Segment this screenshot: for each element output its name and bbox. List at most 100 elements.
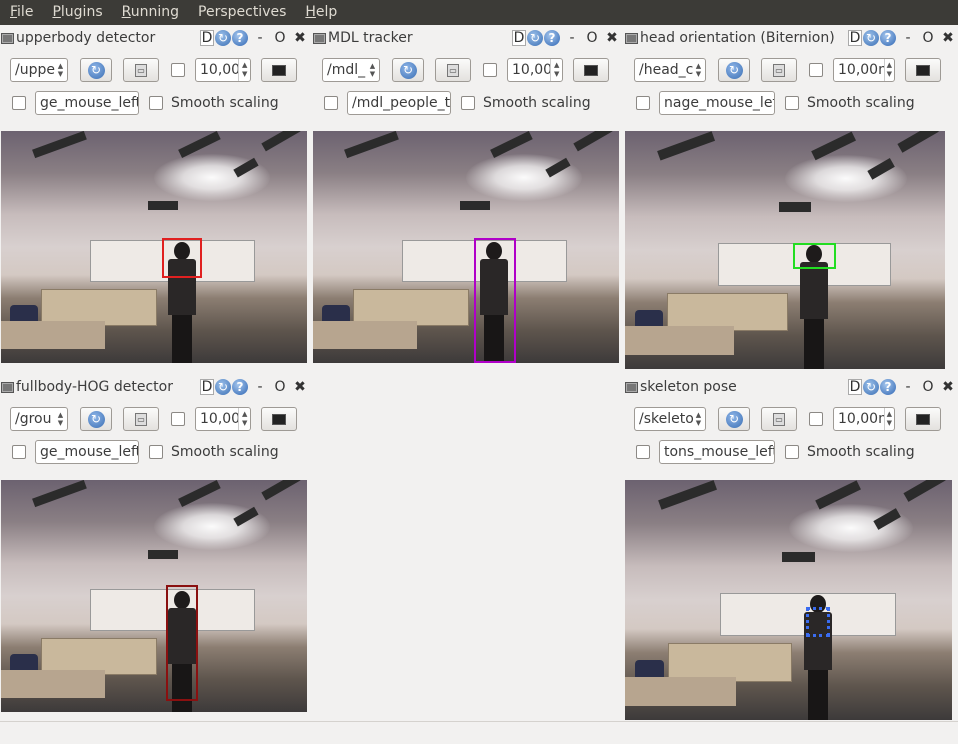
menu-file[interactable]: File <box>0 0 42 25</box>
camera-image-view[interactable] <box>1 480 307 712</box>
spin-arrows-icon[interactable]: ▲ ▼ <box>238 59 250 81</box>
reload-icon[interactable]: ↻ <box>215 30 231 46</box>
refresh-topics-button[interactable]: ↻ <box>718 407 750 431</box>
topic-select[interactable]: /grou ▲ ▼ <box>10 407 68 431</box>
menu-help[interactable]: Help <box>295 0 346 25</box>
zoom-checkbox[interactable] <box>171 63 185 77</box>
dynamic-reconfigure-icon[interactable]: D <box>200 379 214 395</box>
help-icon[interactable]: ? <box>544 30 560 46</box>
help-icon[interactable]: ? <box>232 30 248 46</box>
float-icon[interactable]: O <box>920 30 936 46</box>
camera-image-view[interactable] <box>625 480 952 720</box>
reload-icon[interactable]: ↻ <box>863 379 879 395</box>
mouse-topic-field[interactable]: tons_mouse_left <box>659 440 775 464</box>
dock-grip-icon[interactable] <box>1 381 14 393</box>
topic-select[interactable]: /uppe ▲ ▼ <box>10 58 68 82</box>
topic-select[interactable]: /skeleto ▲ ▼ <box>634 407 706 431</box>
float-icon[interactable]: O <box>272 379 288 395</box>
reload-icon[interactable]: ↻ <box>863 30 879 46</box>
color-scheme-button[interactable] <box>905 58 941 82</box>
pane-titlebar[interactable]: skeleton pose D ↻? - O ✖ <box>624 375 958 399</box>
publish-mouse-checkbox[interactable] <box>324 96 338 110</box>
color-scheme-button[interactable] <box>261 407 297 431</box>
close-icon[interactable]: ✖ <box>940 379 956 395</box>
minimize-icon[interactable]: - <box>252 30 268 46</box>
zoom-checkbox[interactable] <box>483 63 497 77</box>
smooth-scaling-checkbox[interactable] <box>149 96 163 110</box>
dynamic-reconfigure-icon[interactable]: D <box>848 30 862 46</box>
publish-mouse-checkbox[interactable] <box>12 96 26 110</box>
smooth-scaling-checkbox[interactable] <box>149 445 163 459</box>
refresh-topics-button[interactable]: ↻ <box>718 58 750 82</box>
save-image-button[interactable]: ▭ <box>123 58 159 82</box>
help-icon[interactable]: ? <box>880 30 896 46</box>
save-image-button[interactable]: ▭ <box>435 58 471 82</box>
zoom-checkbox[interactable] <box>809 412 823 426</box>
spin-arrows-icon[interactable]: ▲ ▼ <box>883 59 894 81</box>
refresh-topics-button[interactable]: ↻ <box>80 58 112 82</box>
smooth-scaling-checkbox[interactable] <box>461 96 475 110</box>
zoom-checkbox[interactable] <box>809 63 823 77</box>
dynamic-reconfigure-icon[interactable]: D <box>200 30 214 46</box>
save-image-button[interactable]: ▭ <box>761 407 797 431</box>
publish-mouse-checkbox[interactable] <box>12 445 26 459</box>
topic-select[interactable]: /head_c ▲ ▼ <box>634 58 706 82</box>
close-icon[interactable]: ✖ <box>604 30 620 46</box>
reload-icon[interactable]: ↻ <box>527 30 543 46</box>
close-icon[interactable]: ✖ <box>940 30 956 46</box>
smooth-scaling-checkbox[interactable] <box>785 445 799 459</box>
refresh-topics-button[interactable]: ↻ <box>392 58 424 82</box>
reload-icon[interactable]: ↻ <box>215 379 231 395</box>
color-scheme-button[interactable] <box>573 58 609 82</box>
menu-perspectives[interactable]: Perspectives <box>188 0 295 25</box>
help-icon[interactable]: ? <box>232 379 248 395</box>
zoom-spinbox[interactable]: 10,00 ▲ ▼ <box>195 58 251 82</box>
dynamic-reconfigure-icon[interactable]: D <box>848 379 862 395</box>
minimize-icon[interactable]: - <box>564 30 580 46</box>
zoom-spinbox[interactable]: 10,00m▲▼ <box>833 58 895 82</box>
zoom-checkbox[interactable] <box>171 412 185 426</box>
dynamic-reconfigure-icon[interactable]: D <box>512 30 526 46</box>
smooth-scaling-checkbox[interactable] <box>785 96 799 110</box>
mouse-topic-field[interactable]: nage_mouse_left <box>659 91 775 115</box>
float-icon[interactable]: O <box>272 30 288 46</box>
dock-grip-icon[interactable] <box>625 381 638 393</box>
publish-mouse-checkbox[interactable] <box>636 96 650 110</box>
minimize-icon[interactable]: - <box>252 379 268 395</box>
zoom-spinbox[interactable]: 10,00 ▲ ▼ <box>195 407 251 431</box>
pane-titlebar[interactable]: upperbody detector D ↻? - O ✖ <box>0 26 310 50</box>
camera-image-view[interactable] <box>313 131 619 363</box>
save-image-button[interactable]: ▭ <box>761 58 797 82</box>
spin-arrows-icon[interactable]: ▲ ▼ <box>883 408 894 430</box>
float-icon[interactable]: O <box>920 379 936 395</box>
dock-grip-icon[interactable] <box>1 32 14 44</box>
close-icon[interactable]: ✖ <box>292 30 308 46</box>
save-image-button[interactable]: ▭ <box>123 407 159 431</box>
mouse-topic-field[interactable]: ge_mouse_left <box>35 440 139 464</box>
dock-grip-icon[interactable] <box>625 32 638 44</box>
menu-running[interactable]: Running <box>112 0 188 25</box>
spin-arrows-icon[interactable]: ▲ ▼ <box>550 59 562 81</box>
pane-titlebar[interactable]: fullbody-HOG detector D ↻? - O ✖ <box>0 375 310 399</box>
minimize-icon[interactable]: - <box>900 379 916 395</box>
minimize-icon[interactable]: - <box>900 30 916 46</box>
mouse-topic-field[interactable]: ge_mouse_left <box>35 91 139 115</box>
color-scheme-button[interactable] <box>905 407 941 431</box>
close-icon[interactable]: ✖ <box>292 379 308 395</box>
refresh-topics-button[interactable]: ↻ <box>80 407 112 431</box>
zoom-spinbox[interactable]: 10,00 ▲ ▼ <box>507 58 563 82</box>
topic-select[interactable]: /mdl_ ▲ ▼ <box>322 58 380 82</box>
camera-image-view[interactable] <box>1 131 307 363</box>
pane-titlebar[interactable]: head orientation (Biternion) D ↻? - O ✖ <box>624 26 958 50</box>
menu-plugins[interactable]: Plugins <box>42 0 111 25</box>
dock-grip-icon[interactable] <box>313 32 326 44</box>
color-scheme-button[interactable] <box>261 58 297 82</box>
pane-titlebar[interactable]: MDL tracker D ↻? - O ✖ <box>312 26 622 50</box>
zoom-spinbox[interactable]: 10,00m▲▼ <box>833 407 895 431</box>
publish-mouse-checkbox[interactable] <box>636 445 650 459</box>
camera-image-view[interactable] <box>625 131 945 369</box>
spin-arrows-icon[interactable]: ▲ ▼ <box>238 408 250 430</box>
float-icon[interactable]: O <box>584 30 600 46</box>
mouse-topic-field[interactable]: /mdl_people_tr <box>347 91 451 115</box>
help-icon[interactable]: ? <box>880 379 896 395</box>
